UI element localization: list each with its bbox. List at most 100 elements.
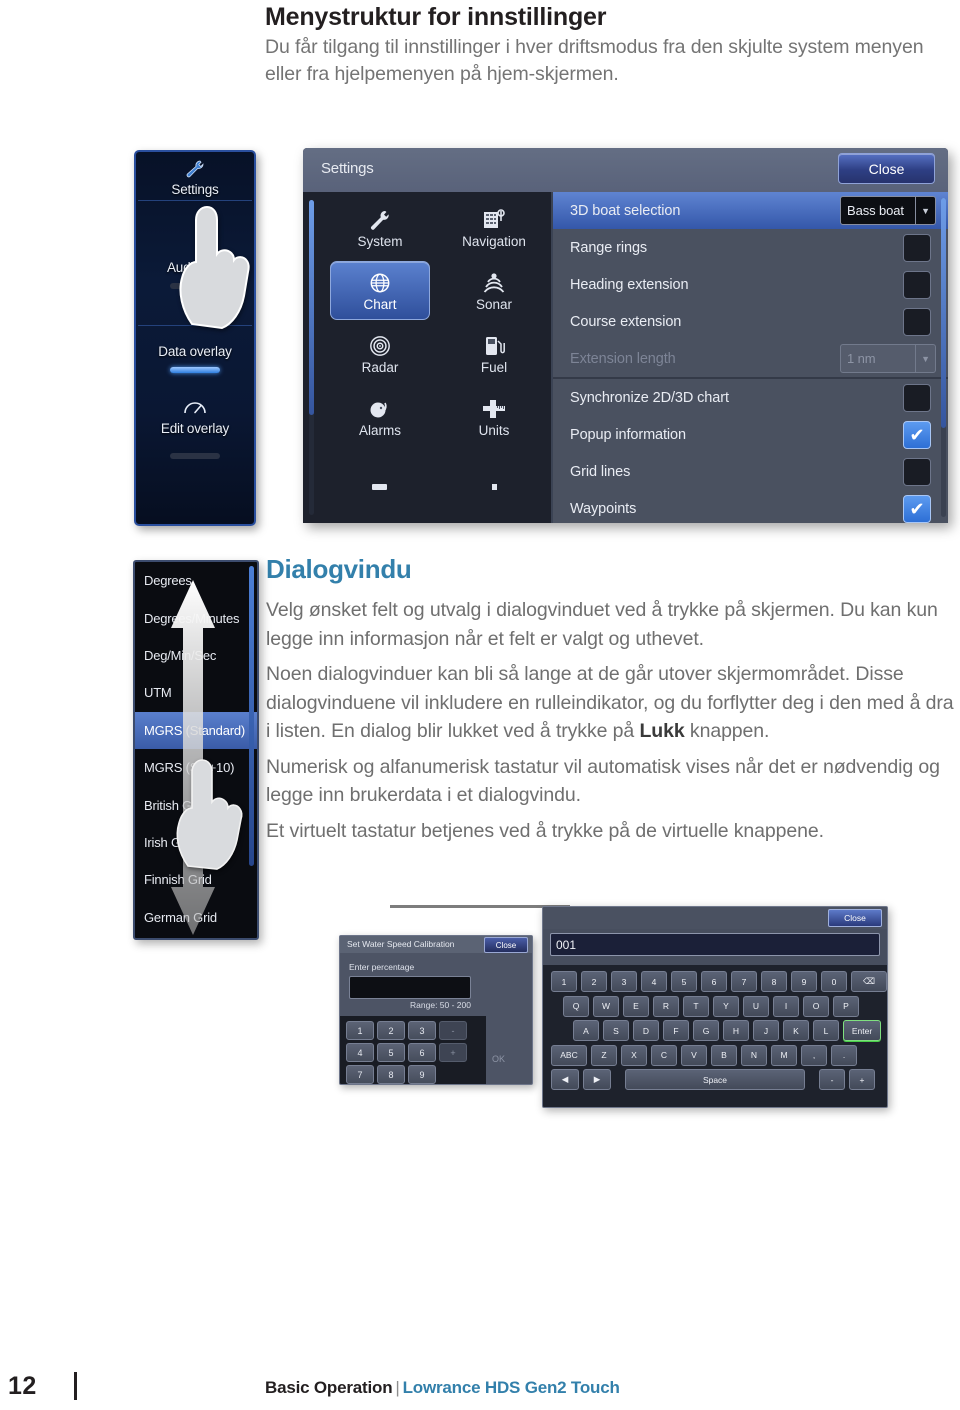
- keyboard-close-button[interactable]: Close: [828, 909, 882, 927]
- list-item[interactable]: Degrees/Minutes: [135, 599, 257, 636]
- category-scrollbar-thumb[interactable]: [309, 200, 314, 415]
- key-period[interactable]: .: [831, 1044, 857, 1066]
- key-7[interactable]: 7: [346, 1065, 374, 1084]
- grid-lines-checkbox[interactable]: [903, 458, 931, 486]
- key-abc-mode[interactable]: ABC: [551, 1044, 587, 1066]
- key-0[interactable]: 0: [821, 971, 847, 992]
- key-m[interactable]: M: [771, 1044, 797, 1066]
- key-j[interactable]: J: [753, 1020, 779, 1041]
- waypoints-checkbox[interactable]: [903, 495, 931, 523]
- key-y[interactable]: Y: [713, 995, 739, 1017]
- key-q[interactable]: Q: [563, 995, 589, 1017]
- key-3[interactable]: 3: [611, 971, 637, 992]
- key-d[interactable]: D: [633, 1020, 659, 1041]
- sidebar-item-settings[interactable]: Settings: [136, 152, 254, 200]
- key-3[interactable]: 3: [408, 1021, 436, 1040]
- option-row-synchronize-2d-3d-chart[interactable]: Synchronize 2D/3D chart: [553, 379, 948, 416]
- key-w[interactable]: W: [593, 995, 619, 1017]
- option-row-waypoints[interactable]: Waypoints: [553, 490, 948, 523]
- key-plus[interactable]: +: [439, 1043, 467, 1062]
- settings-category-partial-right[interactable]: [444, 450, 544, 509]
- key-x[interactable]: X: [621, 1044, 647, 1066]
- key-1[interactable]: 1: [551, 971, 577, 992]
- key-space[interactable]: Space: [625, 1069, 805, 1090]
- key-k[interactable]: K: [783, 1020, 809, 1041]
- category-scrollbar-track[interactable]: [309, 200, 314, 515]
- option-row-course-extension[interactable]: Course extension: [553, 303, 948, 340]
- settings-category-radar[interactable]: Radar: [330, 324, 430, 383]
- backspace-icon[interactable]: ⌫: [851, 971, 887, 992]
- settings-category-fuel[interactable]: Fuel: [444, 324, 544, 383]
- key-4[interactable]: 4: [641, 971, 667, 992]
- audio-bar-toggle[interactable]: [170, 283, 220, 289]
- key-4[interactable]: 4: [346, 1043, 374, 1062]
- key-9[interactable]: 9: [408, 1065, 436, 1084]
- list-item[interactable]: Irish Grid: [135, 824, 257, 861]
- popup-information-checkbox[interactable]: [903, 421, 931, 449]
- key-minus[interactable]: -: [439, 1021, 467, 1040]
- option-row-3d-boat-selection[interactable]: 3D boat selection Bass boat ▼: [553, 192, 948, 229]
- option-row-heading-extension[interactable]: Heading extension: [553, 266, 948, 303]
- key-2[interactable]: 2: [377, 1021, 405, 1040]
- settings-close-button[interactable]: Close: [838, 153, 935, 184]
- option-row-grid-lines[interactable]: Grid lines: [553, 453, 948, 490]
- arrow-left-icon[interactable]: ◀: [551, 1069, 579, 1090]
- key-l[interactable]: L: [813, 1020, 839, 1041]
- key-9[interactable]: 9: [791, 971, 817, 992]
- key-i[interactable]: I: [773, 995, 799, 1017]
- percentage-input[interactable]: [349, 976, 471, 999]
- arrow-right-icon[interactable]: ▶: [583, 1069, 611, 1090]
- calibration-close-button[interactable]: Close: [484, 937, 528, 953]
- list-item[interactable]: Finnish Grid: [135, 861, 257, 898]
- course-extension-checkbox[interactable]: [903, 308, 931, 336]
- key-n[interactable]: N: [741, 1044, 767, 1066]
- sidebar-item-edit-overlay[interactable]: Edit overlay: [136, 373, 254, 439]
- key-c[interactable]: C: [651, 1044, 677, 1066]
- settings-category-alarms[interactable]: Alarms: [330, 387, 430, 446]
- settings-category-partial-left[interactable]: [330, 450, 430, 509]
- key-b[interactable]: B: [711, 1044, 737, 1066]
- option-row-range-rings[interactable]: Range rings: [553, 229, 948, 266]
- key-z[interactable]: Z: [591, 1044, 617, 1066]
- key-e[interactable]: E: [623, 995, 649, 1017]
- boat-selection-dropdown[interactable]: Bass boat ▼: [840, 196, 936, 225]
- list-item[interactable]: MGRS (Std+10): [135, 749, 257, 786]
- key-8[interactable]: 8: [761, 971, 787, 992]
- heading-extension-checkbox[interactable]: [903, 271, 931, 299]
- key-7[interactable]: 7: [731, 971, 757, 992]
- key-5[interactable]: 5: [377, 1043, 405, 1062]
- range-rings-checkbox[interactable]: [903, 234, 931, 262]
- key-2[interactable]: 2: [581, 971, 607, 992]
- key-h[interactable]: H: [723, 1020, 749, 1041]
- key-minus[interactable]: -: [819, 1069, 845, 1090]
- settings-category-system[interactable]: System: [330, 198, 430, 257]
- key-6[interactable]: 6: [408, 1043, 436, 1062]
- key-5[interactable]: 5: [671, 971, 697, 992]
- key-1[interactable]: 1: [346, 1021, 374, 1040]
- key-p[interactable]: P: [833, 995, 859, 1017]
- key-plus[interactable]: +: [849, 1069, 875, 1090]
- settings-category-chart[interactable]: Chart: [330, 261, 430, 320]
- key-v[interactable]: V: [681, 1044, 707, 1066]
- keyboard-text-input[interactable]: 001: [550, 933, 880, 956]
- key-comma[interactable]: ,: [801, 1044, 827, 1066]
- key-f[interactable]: F: [663, 1020, 689, 1041]
- key-8[interactable]: 8: [377, 1065, 405, 1084]
- key-g[interactable]: G: [693, 1020, 719, 1041]
- option-row-popup-information[interactable]: Popup information: [553, 416, 948, 453]
- list-item[interactable]: British Grid: [135, 786, 257, 823]
- key-s[interactable]: S: [603, 1020, 629, 1041]
- list-scrollbar-thumb[interactable]: [249, 566, 254, 866]
- key-r[interactable]: R: [653, 995, 679, 1017]
- list-item[interactable]: UTM: [135, 674, 257, 711]
- sidebar-item-data-overlay[interactable]: Data overlay: [136, 326, 254, 373]
- settings-category-units[interactable]: Units: [444, 387, 544, 446]
- list-item[interactable]: German Grid: [135, 899, 257, 936]
- list-item[interactable]: Deg/Min/Sec: [135, 637, 257, 674]
- key-u[interactable]: U: [743, 995, 769, 1017]
- options-scrollbar-thumb[interactable]: [941, 198, 946, 428]
- sidebar-item-audio-bar[interactable]: Audio bar: [136, 201, 254, 289]
- list-item-selected[interactable]: MGRS (Standard): [135, 711, 257, 749]
- calibration-ok-button[interactable]: OK: [492, 1054, 505, 1064]
- key-t[interactable]: T: [683, 995, 709, 1017]
